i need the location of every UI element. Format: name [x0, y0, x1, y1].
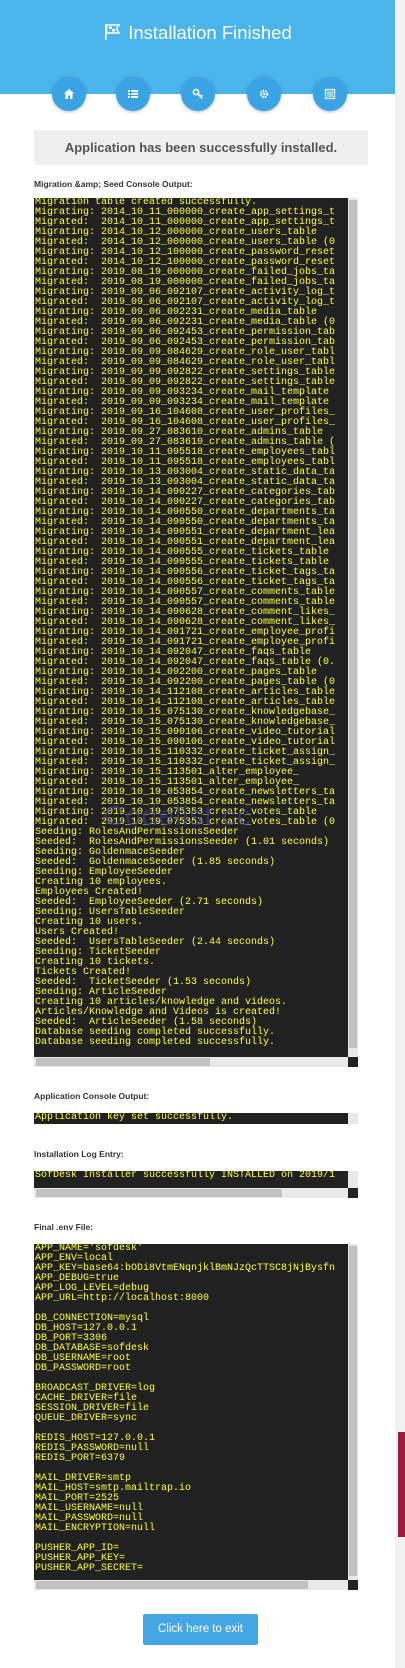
env-file-label: Final .env File:	[34, 1222, 94, 1232]
app-console-label: Application Console Output:	[34, 1091, 150, 1101]
install-log-console[interactable]: SofDesk Installer successfully INSTALLED…	[34, 1171, 358, 1198]
install-log-vertical-scrollbar[interactable]	[348, 1171, 358, 1188]
migration-horizontal-scrollbar[interactable]	[34, 1057, 348, 1067]
app-console[interactable]: Application key set successfully.	[34, 1113, 358, 1124]
env-file-line: APP_URL=http://localhost:8000	[35, 1293, 210, 1304]
env-horizontal-scrollbar[interactable]	[34, 1580, 348, 1590]
nav-home-button[interactable]	[52, 77, 86, 111]
home-icon	[63, 88, 75, 100]
page-title: Installation Finished	[0, 20, 395, 48]
env-file-line: QUEUE_DRIVER=sync	[35, 1413, 138, 1424]
env-file-line: MAIL_ENCRYPTION=null	[35, 1523, 156, 1534]
install-log-label: Installation Log Entry:	[34, 1149, 124, 1159]
env-horizontal-thumb[interactable]	[36, 1581, 308, 1589]
install-log-horizontal-scrollbar[interactable]	[34, 1188, 348, 1198]
side-accent-bar	[398, 1432, 405, 1537]
nav-log-button[interactable]	[313, 77, 347, 111]
install-log-text: SofDesk Installer successfully INSTALLED…	[35, 1171, 336, 1181]
nav-settings-button[interactable]	[247, 77, 281, 111]
gear-icon	[258, 88, 270, 100]
env-file-line: DB_PASSWORD=root	[35, 1363, 132, 1374]
flag-icon	[103, 22, 121, 48]
env-vertical-scrollbar[interactable]	[348, 1244, 358, 1580]
env-file-text: APP_NAME='sofdesk' APP_ENV=local APP_KEY…	[34, 1244, 358, 1574]
env-file-line: PUSHER_APP_SECRET=	[35, 1563, 144, 1574]
log-icon	[324, 88, 336, 100]
migration-console-line: Database seeding completed successfully.	[35, 1037, 276, 1048]
page-title-text: Installation Finished	[128, 22, 292, 43]
nav-key-button[interactable]	[181, 77, 215, 111]
list-icon	[127, 88, 139, 100]
exit-button[interactable]: Click here to exit	[143, 1614, 258, 1645]
page-scrollbar[interactable]	[395, 0, 405, 1668]
migration-vertical-scrollbar[interactable]	[348, 198, 358, 1057]
env-vertical-thumb[interactable]	[349, 1246, 357, 1576]
migration-console[interactable]: Migration table created successfully. Mi…	[34, 198, 358, 1067]
migration-horizontal-thumb[interactable]	[36, 1058, 210, 1066]
app-console-scrollbar[interactable]	[348, 1113, 358, 1124]
migration-vertical-thumb[interactable]	[349, 200, 357, 1048]
key-icon	[192, 88, 204, 100]
env-file-console[interactable]: APP_NAME='sofdesk' APP_ENV=local APP_KEY…	[34, 1244, 358, 1590]
nav-list-button[interactable]	[116, 77, 150, 111]
migration-output-label: Migration &amp; Seed Console Output:	[34, 179, 193, 189]
installer-page: Installation Finished Application has be…	[0, 0, 395, 1668]
migration-console-text: Migration table created successfully. Mi…	[34, 198, 358, 1048]
install-log-horizontal-thumb[interactable]	[36, 1189, 282, 1197]
app-console-text: Application key set successfully.	[35, 1113, 234, 1123]
success-message: Application has been successfully instal…	[34, 130, 368, 165]
env-file-line: REDIS_PORT=6379	[35, 1453, 126, 1464]
